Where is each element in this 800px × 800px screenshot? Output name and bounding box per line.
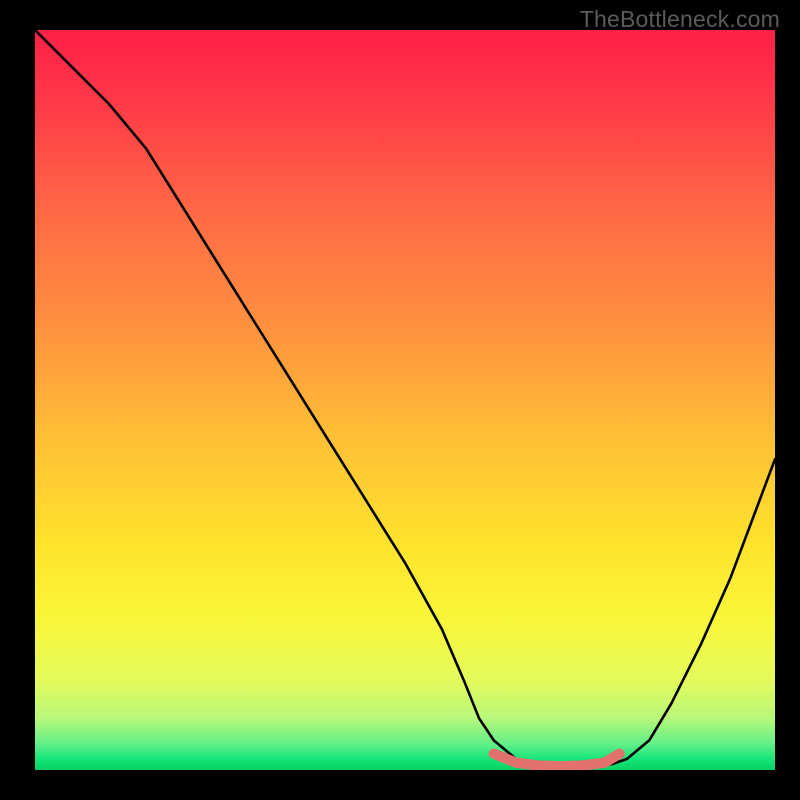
bottleneck-curve xyxy=(35,30,775,766)
plot-area xyxy=(35,30,775,770)
watermark-text: TheBottleneck.com xyxy=(580,6,780,33)
chart-frame: TheBottleneck.com xyxy=(0,0,800,800)
curve-layer xyxy=(35,30,775,770)
